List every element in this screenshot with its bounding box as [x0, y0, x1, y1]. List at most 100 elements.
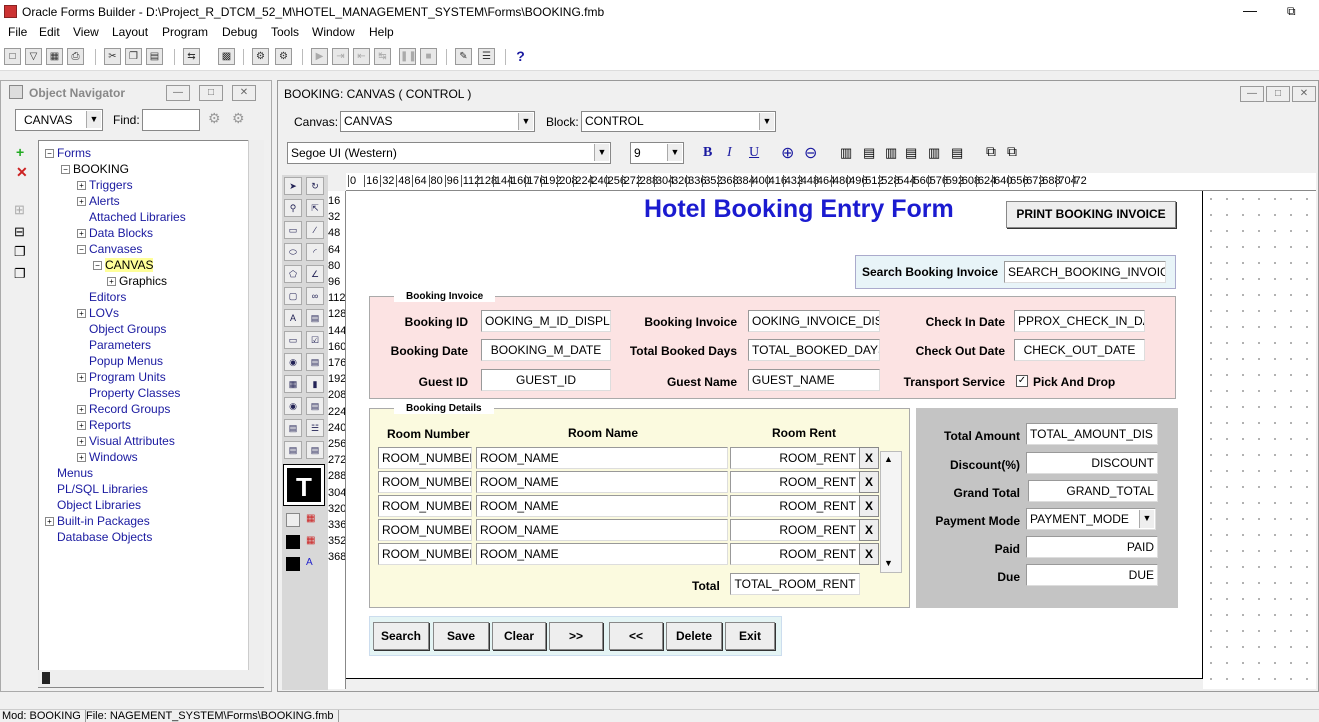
tree-program-units[interactable]: + Program Units	[77, 370, 166, 384]
restore-icon[interactable]: ⧉	[1287, 4, 1296, 19]
layout-close-button[interactable]: ✕	[1292, 86, 1316, 102]
expand-icon[interactable]: ⊞	[14, 202, 25, 218]
cut-icon[interactable]: ✂	[104, 48, 121, 65]
menu-help[interactable]: Help	[369, 25, 394, 39]
line-tool-icon[interactable]: ∕	[306, 221, 324, 239]
tree-tool-icon[interactable]: ☱	[306, 419, 324, 437]
magnify-tool-icon[interactable]: ⚲	[284, 199, 302, 217]
fill-color-swatch[interactable]	[286, 513, 300, 527]
tree-triggers[interactable]: + Triggers	[77, 178, 133, 192]
tree-visual-attributes[interactable]: + Visual Attributes	[77, 434, 175, 448]
tree-property-classes[interactable]: Property Classes	[89, 386, 180, 400]
layout-maximize-button[interactable]: □	[1266, 86, 1290, 102]
tree-plsql-libraries[interactable]: PL/SQL Libraries	[57, 482, 148, 496]
remove-row-button[interactable]: X	[859, 519, 879, 541]
room-name-field[interactable]: ROOM_NAME	[476, 495, 728, 517]
tree-attached-libraries[interactable]: Attached Libraries	[89, 210, 186, 224]
tree-popup-menus[interactable]: Popup Menus	[89, 354, 163, 368]
step-over-icon[interactable]: ⇤	[353, 48, 370, 65]
room-rent-field[interactable]: ROOM_RENT	[730, 471, 860, 493]
tree-record-groups[interactable]: + Record Groups	[77, 402, 170, 416]
pick-and-drop-checkbox[interactable]: ✓	[1016, 375, 1028, 387]
menu-program[interactable]: Program	[162, 25, 208, 39]
menu-edit[interactable]: Edit	[39, 25, 60, 39]
tree-booking[interactable]: − BOOKING	[61, 162, 129, 176]
room-number-field[interactable]: ROOM_NUMBER	[378, 543, 472, 565]
debug-form-icon[interactable]: ⚙	[275, 48, 292, 65]
text-item-tool-icon[interactable]: ▤	[306, 353, 324, 371]
navigator-maximize-button[interactable]: □	[199, 85, 223, 101]
remove-row-button[interactable]: X	[859, 447, 879, 469]
font-size-select[interactable]: 9 ▼	[630, 142, 684, 164]
grand-total-field[interactable]: GRAND_TOTAL	[1028, 480, 1158, 502]
freehand-tool-icon[interactable]: ∞	[306, 287, 324, 305]
frame-tool-icon[interactable]: ▤	[306, 309, 324, 327]
tree-data-blocks[interactable]: + Data Blocks	[77, 226, 153, 240]
step-into-icon[interactable]: ⇥	[332, 48, 349, 65]
discount-field[interactable]: DISCOUNT	[1026, 452, 1158, 474]
room-rent-field[interactable]: ROOM_RENT	[730, 519, 860, 541]
delete-button[interactable]: Delete	[666, 622, 722, 650]
check-in-date-field[interactable]: PPROX_CHECK_IN_DAT	[1014, 310, 1145, 332]
tree-object-groups[interactable]: Object Groups	[89, 322, 166, 336]
booking-invoice-field[interactable]: OOKING_INVOICE_DISPL	[748, 310, 880, 332]
layout-minimize-button[interactable]: —	[1240, 86, 1264, 102]
layout-editor-icon[interactable]: ✎	[455, 48, 472, 65]
align-left-icon[interactable]: ▥	[840, 145, 852, 161]
image-tool-icon[interactable]: ▦	[284, 375, 302, 393]
zoom-out-icon[interactable]: ⊖	[804, 143, 817, 163]
remove-row-button[interactable]: X	[859, 543, 879, 565]
room-rent-field[interactable]: ROOM_RENT	[730, 495, 860, 517]
chevron-down-icon[interactable]: ▼	[594, 144, 609, 161]
tree-canvas[interactable]: − CANVAS	[93, 258, 154, 272]
tree-forms[interactable]: − Forms	[45, 146, 91, 160]
align-middle-icon[interactable]: ▥	[928, 145, 940, 161]
tree-windows[interactable]: + Windows	[77, 450, 138, 464]
copy-icon[interactable]: ❐	[125, 48, 142, 65]
minimize-icon[interactable]: —	[1243, 2, 1257, 18]
navigator-horizontal-scrollbar[interactable]	[38, 670, 264, 687]
tree-lovs[interactable]: + LOVs	[77, 306, 119, 320]
go-icon[interactable]: ▶	[311, 48, 328, 65]
display-item-tool-icon[interactable]: ▤	[284, 419, 302, 437]
rectangle-tool-icon[interactable]: ▭	[284, 221, 302, 239]
due-field[interactable]: DUE	[1026, 564, 1158, 586]
chevron-down-icon[interactable]: ▼	[759, 113, 774, 130]
text-color-preview-icon[interactable]: T	[283, 464, 325, 506]
tree-canvases[interactable]: − Canvases	[77, 242, 142, 256]
delete-icon[interactable]: ✕	[16, 164, 28, 181]
text-color-icon[interactable]: A	[306, 557, 313, 568]
find-input[interactable]	[142, 109, 200, 131]
room-number-field[interactable]: ROOM_NUMBER	[378, 495, 472, 517]
room-name-field[interactable]: ROOM_NAME	[476, 543, 728, 565]
tree-editors[interactable]: Editors	[89, 290, 126, 304]
room-number-field[interactable]: ROOM_NUMBER	[378, 471, 472, 493]
line-color-icon[interactable]: ▦	[306, 535, 315, 546]
menu-window[interactable]: Window	[312, 25, 355, 39]
paste-icon[interactable]: ▤	[146, 48, 163, 65]
room-name-field[interactable]: ROOM_NAME	[476, 519, 728, 541]
expand-all-icon[interactable]: ❐	[14, 244, 26, 260]
italic-icon[interactable]: I	[727, 145, 732, 161]
align-top-icon[interactable]: ▤	[905, 145, 917, 161]
canvas-select[interactable]: CANVAS ▼	[340, 111, 535, 132]
tree-alerts[interactable]: + Alerts	[77, 194, 120, 208]
scroll-up-icon[interactable]: ▲	[884, 454, 893, 464]
compile-icon[interactable]: ▩	[218, 48, 235, 65]
tree-object-libraries[interactable]: Object Libraries	[57, 498, 141, 512]
chevron-down-icon[interactable]: ▼	[667, 144, 682, 161]
previous-button[interactable]: <<	[609, 622, 663, 650]
rotate-tool-icon[interactable]: ↻	[306, 177, 324, 195]
navigator-close-button[interactable]: ✕	[232, 85, 256, 101]
connect-icon[interactable]: ⇆	[183, 48, 200, 65]
font-select[interactable]: Segoe UI (Western) ▼	[287, 142, 611, 164]
save-button[interactable]: Save	[433, 622, 489, 650]
polyline-tool-icon[interactable]: ∠	[306, 265, 324, 283]
select-tool-icon[interactable]: ➤	[284, 177, 302, 195]
search-booking-invoice-field[interactable]: SEARCH_BOOKING_INVOICE	[1004, 261, 1166, 283]
room-number-field[interactable]: ROOM_NUMBER	[378, 447, 472, 469]
chevron-down-icon[interactable]: ▼	[86, 111, 101, 128]
paid-field[interactable]: PAID	[1026, 536, 1158, 558]
tree-menus[interactable]: Menus	[57, 466, 93, 480]
check-out-date-field[interactable]: CHECK_OUT_DATE	[1014, 339, 1145, 361]
